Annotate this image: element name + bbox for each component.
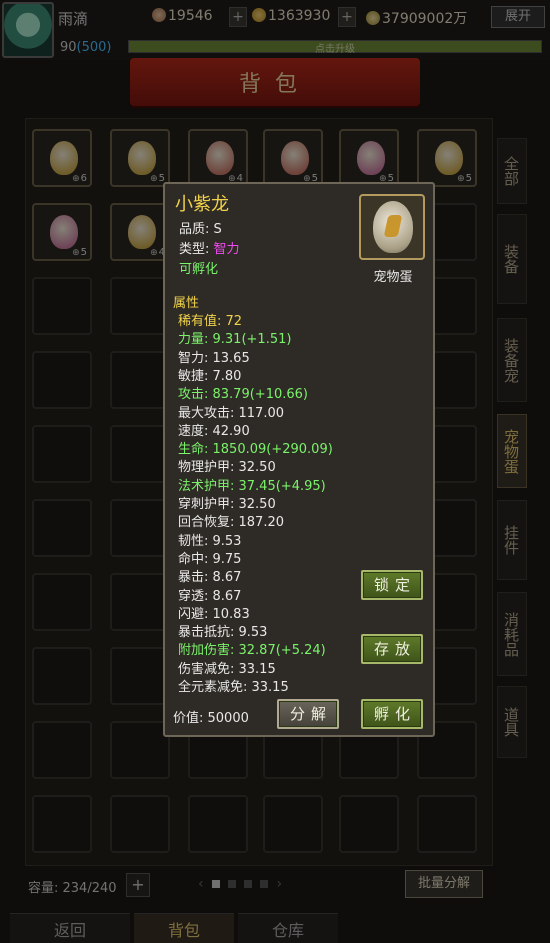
item-type-label: 类型: <box>179 242 214 257</box>
attribute-row: 穿透: 8.67 <box>178 588 242 604</box>
attributes-heading: 属性 <box>173 296 200 311</box>
decompose-button[interactable]: 分解 <box>277 699 339 729</box>
item-quality: 品质: S <box>179 222 222 237</box>
attribute-row: 物理护甲: 32.50 <box>178 460 276 476</box>
attribute-row: 攻击: 83.79(+10.66) <box>178 387 308 403</box>
attribute-row: 命中: 9.75 <box>178 551 242 567</box>
attribute-row: 暴击: 8.67 <box>178 570 242 586</box>
attribute-row: 闪避: 10.83 <box>178 606 250 622</box>
attribute-row: 回合恢复: 187.20 <box>178 515 284 531</box>
attribute-row: 全元素减免: 33.15 <box>178 680 289 695</box>
item-hatchable: 可孵化 <box>179 262 219 277</box>
hatch-button[interactable]: 孵化 <box>361 699 423 729</box>
attribute-row: 暴击抵抗: 9.53 <box>178 625 268 641</box>
pet-egg-icon <box>373 201 413 253</box>
item-detail-popup: 小紫龙 品质: S 类型: 智力 可孵化 宠物蛋 属性 稀有值: 72 力量: 9… <box>163 182 435 737</box>
attribute-row: 智力: 13.65 <box>178 350 250 366</box>
item-category: 宠物蛋 <box>373 270 413 285</box>
item-icon-frame <box>359 194 425 260</box>
store-button[interactable]: 存放 <box>361 634 423 664</box>
attribute-row: 生命: 1850.09(+290.09) <box>178 442 333 458</box>
attribute-row: 伤害减免: 33.15 <box>178 661 276 677</box>
attribute-row: 敏捷: 7.80 <box>178 368 242 384</box>
attribute-row: 力量: 9.31(+1.51) <box>178 332 292 348</box>
attribute-row: 穿刺护甲: 32.50 <box>178 497 276 512</box>
item-name: 小紫龙 <box>175 194 229 215</box>
attribute-row: 附加伤害: 32.87(+5.24) <box>178 643 326 659</box>
attribute-row: 法术护甲: 37.45(+4.95) <box>178 478 326 494</box>
attribute-row: 稀有值: 72 <box>178 314 243 329</box>
attribute-row: 韧性: 9.53 <box>178 533 242 549</box>
lock-button[interactable]: 锁定 <box>361 570 423 600</box>
item-price: 价值: 50000 <box>173 711 249 726</box>
item-type-value: 智力 <box>213 242 240 257</box>
item-type: 类型: 智力 <box>179 238 240 257</box>
attribute-row: 速度: 42.90 <box>178 423 250 439</box>
attribute-row: 最大攻击: 117.00 <box>178 405 284 421</box>
